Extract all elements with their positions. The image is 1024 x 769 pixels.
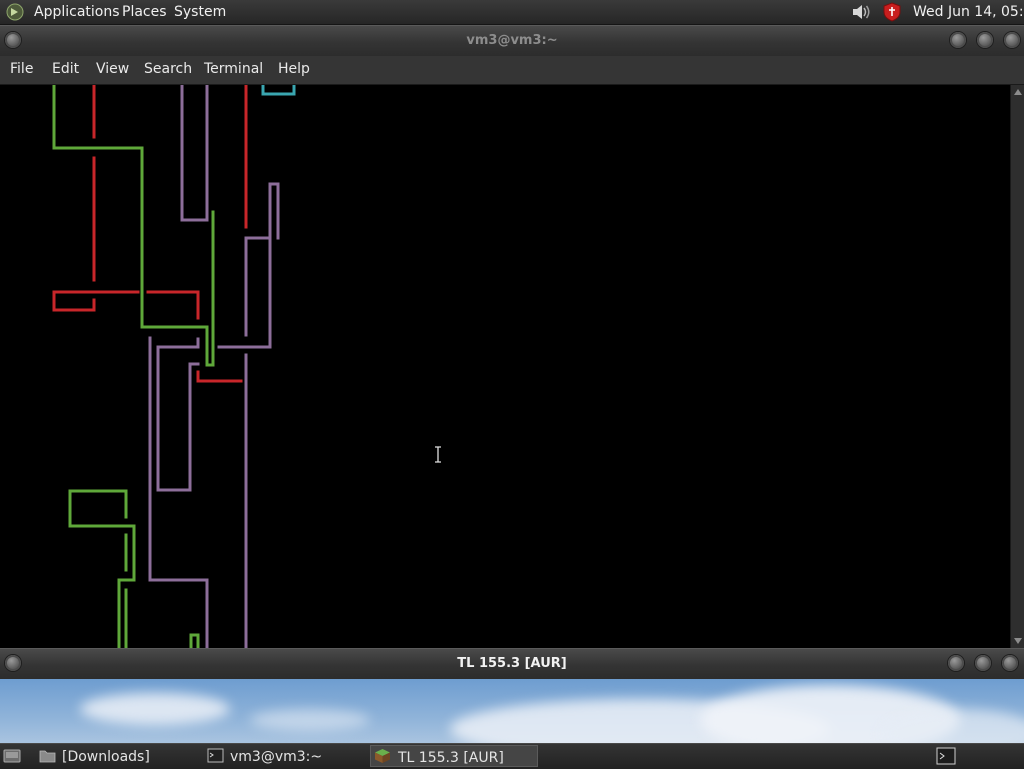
minimize-button[interactable] [948, 655, 964, 671]
menu-terminal[interactable]: Terminal [204, 61, 263, 77]
window-title: TL 155.3 [AUR] [457, 656, 567, 671]
taskbar-item-label: [Downloads] [62, 749, 150, 765]
places-menu[interactable]: Places [122, 4, 167, 20]
taskbar-item-downloads[interactable]: [Downloads] [36, 745, 196, 767]
terminal-icon[interactable] [936, 747, 956, 765]
show-desktop-icon[interactable] [3, 748, 21, 764]
window-title: vm3@vm3:~ [466, 33, 558, 48]
text-cursor-icon [435, 446, 441, 463]
top-panel: Applications Places System Wed Jun 14, 0… [0, 0, 1024, 25]
security-shield-icon[interactable] [882, 2, 902, 22]
distro-logo-icon[interactable] [6, 3, 24, 21]
taskbar-item-tl-aur[interactable]: TL 155.3 [AUR] [370, 745, 538, 767]
red-pipe [196, 370, 243, 383]
green-pipe [189, 633, 200, 648]
maximize-button[interactable] [975, 655, 991, 671]
grass-block-icon [375, 749, 390, 763]
menu-search[interactable]: Search [144, 61, 192, 77]
scroll-up-arrow-icon[interactable] [1014, 89, 1022, 95]
terminal-scrollbar[interactable] [1010, 85, 1024, 648]
clock[interactable]: Wed Jun 14, 05:35 [913, 4, 1024, 20]
maximize-button[interactable] [977, 32, 993, 48]
red-pipe [52, 290, 140, 312]
taskbar-item-terminal[interactable]: vm3@vm3:~ [204, 745, 364, 767]
folder-icon [39, 750, 56, 763]
purple-pipe [268, 182, 280, 240]
purple-pipe [156, 337, 200, 492]
terminal-icon [207, 748, 224, 763]
purple-pipe [217, 236, 272, 349]
game-window-content[interactable] [0, 679, 1024, 743]
red-pipe [146, 290, 200, 320]
green-pipe [52, 85, 215, 367]
terminal-titlebar[interactable]: vm3@vm3:~ [0, 25, 1024, 57]
minimize-button[interactable] [950, 32, 966, 48]
green-pipe [68, 489, 136, 648]
game-window-titlebar[interactable]: TL 155.3 [AUR] [0, 648, 1024, 680]
close-button[interactable] [1004, 32, 1020, 48]
menu-view[interactable]: View [96, 61, 129, 77]
volume-icon[interactable] [850, 3, 872, 21]
taskbar-item-label: TL 155.3 [AUR] [398, 750, 504, 766]
menu-edit[interactable]: Edit [52, 61, 79, 77]
terminal-output[interactable] [0, 85, 1010, 648]
menu-file[interactable]: File [10, 61, 33, 77]
pipes-animation [52, 85, 296, 648]
close-button[interactable] [1002, 655, 1018, 671]
menu-help[interactable]: Help [278, 61, 310, 77]
taskbar-item-label: vm3@vm3:~ [230, 749, 323, 765]
system-menu[interactable]: System [174, 4, 226, 20]
applications-menu[interactable]: Applications [34, 4, 120, 20]
scroll-down-arrow-icon[interactable] [1014, 638, 1022, 644]
purple-pipe [180, 85, 209, 222]
terminal-menubar: File Edit View Search Terminal Help [0, 56, 1024, 85]
bottom-taskbar: [Downloads] vm3@vm3:~ TL 155.3 [AUR] [0, 743, 1024, 769]
cyan-pipe [261, 85, 296, 96]
